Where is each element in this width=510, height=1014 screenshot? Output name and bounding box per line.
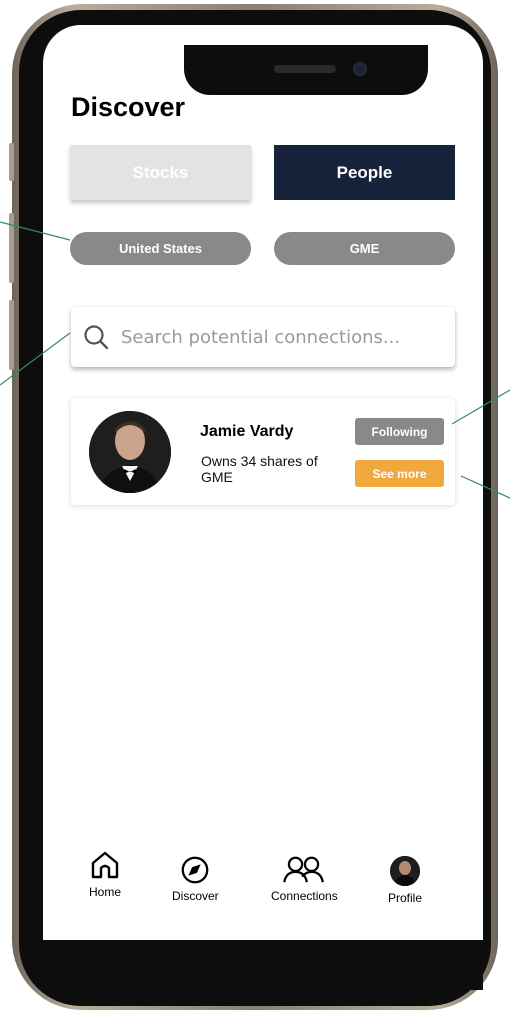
search-icon bbox=[84, 325, 109, 350]
search-bar[interactable] bbox=[71, 307, 455, 367]
home-icon bbox=[91, 851, 119, 879]
bottom-tab-bar: Home Discover Connections Profile bbox=[43, 848, 483, 908]
profile-avatar bbox=[390, 856, 420, 886]
page-title: Discover bbox=[71, 92, 186, 122]
users-icon bbox=[283, 856, 325, 883]
see-more-button[interactable]: See more bbox=[355, 460, 444, 487]
tab-connections-label: Connections bbox=[271, 889, 338, 903]
search-input[interactable] bbox=[121, 321, 441, 353]
volume-down-button bbox=[9, 213, 14, 283]
country-filter-pill[interactable]: United States bbox=[70, 232, 251, 265]
person-result-card[interactable]: Jamie Vardy Owns 34 shares of GME Follow… bbox=[71, 398, 455, 505]
segment-stocks-button[interactable]: Stocks bbox=[70, 145, 251, 200]
ticker-filter-pill[interactable]: GME bbox=[274, 232, 455, 265]
following-button[interactable]: Following bbox=[355, 418, 444, 445]
tab-home-label: Home bbox=[88, 885, 121, 899]
speaker-grille bbox=[274, 65, 336, 73]
front-camera bbox=[353, 62, 367, 76]
segment-people-button[interactable]: People bbox=[274, 145, 455, 200]
person-name: Jamie Vardy bbox=[200, 423, 294, 440]
compass-icon bbox=[181, 856, 209, 884]
person-avatar bbox=[89, 411, 171, 493]
tab-home[interactable]: Home bbox=[88, 848, 122, 899]
tab-profile-label: Profile bbox=[388, 891, 423, 905]
person-photo bbox=[89, 411, 171, 493]
tab-profile[interactable]: Profile bbox=[388, 854, 422, 905]
power-button bbox=[9, 300, 14, 370]
person-holding-description: Owns 34 shares of GME bbox=[201, 453, 318, 485]
tab-discover[interactable]: Discover bbox=[172, 854, 219, 903]
volume-up-button bbox=[9, 143, 14, 181]
tab-discover-label: Discover bbox=[172, 889, 219, 903]
phone-bottom-bezel bbox=[43, 940, 483, 990]
notch bbox=[184, 45, 428, 95]
tab-connections[interactable]: Connections bbox=[271, 854, 338, 903]
